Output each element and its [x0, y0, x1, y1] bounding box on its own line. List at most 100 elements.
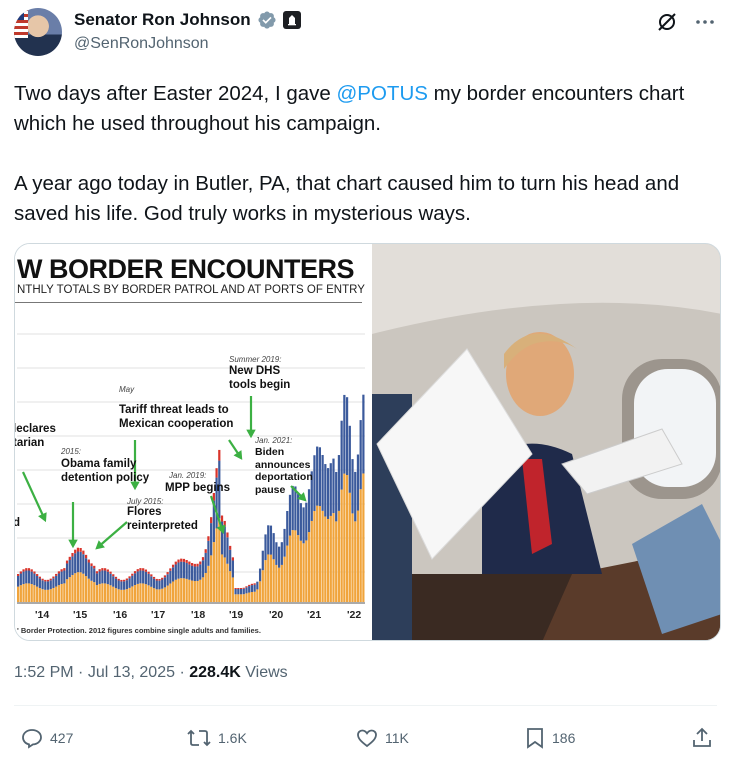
chart-bar-segment	[142, 568, 145, 571]
annotation-date-may: May	[119, 385, 135, 394]
chart-bar-segment	[60, 583, 63, 602]
photo-image[interactable]	[370, 244, 720, 640]
chart-bar-segment	[41, 578, 44, 581]
chart-bar-segment	[128, 578, 131, 588]
chart-bar-segment	[158, 580, 161, 590]
chart-bar-segment	[125, 580, 128, 590]
display-name[interactable]: Senator Ron Johnson	[74, 10, 251, 30]
timestamp-time[interactable]: 1:52 PM	[14, 664, 74, 681]
chart-bar-segment	[55, 586, 58, 602]
grok-icon[interactable]	[655, 10, 679, 34]
chart-bar-segment	[345, 475, 349, 602]
chart-bar-segment	[174, 579, 177, 602]
chart-bar-segment	[199, 579, 202, 602]
chart-bar-segment	[87, 559, 90, 563]
chart-image[interactable]: W BORDER ENCOUNTERS NTHLY TOTALS BY BORD…	[15, 244, 370, 640]
chart-bar-segment	[65, 560, 69, 564]
like-button[interactable]: 11K	[355, 726, 409, 750]
chart-bar-segment	[87, 578, 90, 602]
chart-bar-segment	[150, 576, 153, 587]
chart-bar-segment	[218, 449, 221, 461]
x-tick-label: '21	[307, 609, 322, 621]
chart-bar-segment	[264, 560, 267, 602]
chart-bar-segment	[207, 540, 210, 566]
chart-bar-segment	[57, 585, 60, 602]
x-tick-label: '18	[191, 609, 206, 621]
chart-bar-segment	[332, 513, 335, 602]
repost-icon	[187, 729, 211, 747]
views-count[interactable]: 228.4K	[189, 664, 241, 681]
chart-bar-segment	[174, 561, 177, 565]
chart-bar-segment	[155, 578, 158, 581]
reply-button[interactable]: 427	[20, 726, 73, 750]
chart-bar-segment	[36, 576, 39, 587]
chart-bar-segment	[49, 580, 52, 590]
chart-bar-segment	[286, 545, 289, 602]
chart-bar-segment	[123, 579, 126, 582]
chart-bar-segment	[256, 581, 259, 590]
chart-bar-segment	[33, 585, 36, 602]
share-button[interactable]	[690, 726, 714, 750]
chart-bar-segment	[79, 572, 82, 602]
chart-bar-segment	[201, 577, 205, 602]
more-options-icon[interactable]	[693, 10, 717, 34]
chart-bar-segment	[337, 510, 341, 602]
x-tick-label: '14	[35, 609, 50, 621]
mention-link[interactable]: @POTUS	[337, 82, 428, 105]
chart-bar-segment	[182, 578, 186, 602]
government-building-icon[interactable]	[282, 11, 301, 29]
chart-bar-segment	[139, 570, 142, 584]
chart-bar-segment	[109, 585, 112, 602]
airplane-cabin-photo	[372, 244, 720, 640]
chart-bar-segment	[302, 543, 305, 602]
chart-bar-segment	[68, 577, 71, 602]
chart-bar-segment	[335, 471, 338, 522]
bookmark-icon	[527, 728, 543, 749]
chart-bar-segment	[297, 494, 300, 536]
chart-bar-segment	[242, 587, 245, 589]
text-segment: Two days after Easter 2024, I gave	[14, 82, 337, 105]
chart-bar-segment	[329, 463, 332, 516]
chart-bar-segment	[93, 568, 96, 583]
chart-bar-segment	[144, 569, 147, 572]
separator: ·	[73, 664, 88, 681]
chart-bar-segment	[237, 588, 240, 589]
chart-bar-segment	[131, 575, 134, 587]
chart-bar-segment	[359, 420, 362, 490]
timestamp-date[interactable]: Jul 13, 2025	[88, 664, 175, 681]
chart-bar-segment	[65, 563, 69, 580]
chart-bar-segment	[139, 583, 142, 602]
x-tick-label: '19	[229, 609, 244, 621]
chart-bar-segment	[46, 581, 50, 590]
chart-bar-segment	[188, 579, 191, 602]
chart-bar-segment	[316, 505, 319, 602]
chart-bar-segment	[95, 571, 99, 574]
chart-bar-segment	[348, 492, 351, 602]
chart-bar-segment	[68, 556, 71, 560]
verified-badge-icon[interactable]	[257, 10, 277, 30]
chart-bar-segment	[261, 550, 264, 571]
chart-bar-segment	[171, 581, 175, 602]
repost-button[interactable]: 1.6K	[186, 726, 247, 750]
chart-bar-segment	[229, 549, 232, 572]
chart-bar-segment	[299, 503, 302, 541]
chart-bar-segment	[180, 561, 183, 579]
chart-bar-segment	[71, 556, 74, 576]
chart-bar-segment	[215, 528, 218, 602]
chart-bar-segment	[204, 552, 207, 573]
chart-bar-segment	[84, 554, 88, 559]
chart-bar-segment	[147, 573, 150, 586]
chart-bar-segment	[150, 574, 153, 577]
avatar[interactable]	[14, 8, 62, 56]
chart-bar-segment	[223, 557, 226, 602]
chart-bar-segment	[248, 586, 251, 593]
chart-bar-segment	[38, 576, 41, 579]
chart-bar-segment	[144, 584, 147, 602]
separator: ·	[175, 664, 190, 681]
author-row: Senator Ron Johnson	[74, 8, 301, 32]
bookmark-button[interactable]: 186	[524, 726, 575, 750]
handle[interactable]: @SenRonJohnson	[74, 35, 209, 53]
chart-bar-segment	[152, 588, 156, 602]
chart-bar-segment	[201, 560, 205, 578]
chart-bar-segment	[142, 570, 145, 584]
